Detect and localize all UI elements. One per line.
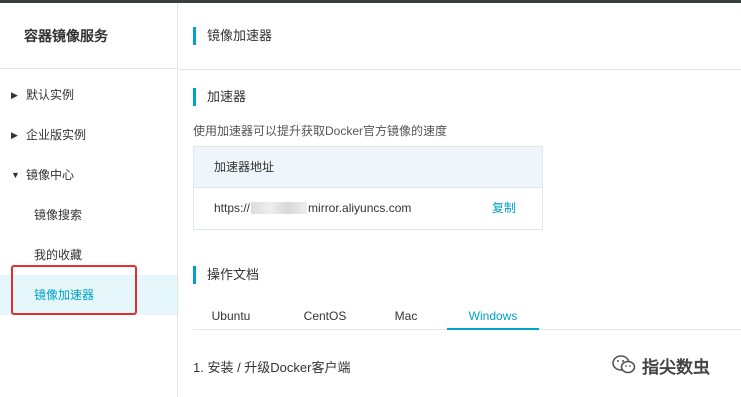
address-prefix: https://: [214, 201, 251, 215]
wechat-icon: [612, 354, 636, 376]
sidebar-group-label: 镜像中心: [26, 168, 75, 182]
tab-windows[interactable]: Windows: [447, 306, 539, 330]
sidebar-group-default-instance[interactable]: ▶ 默认实例: [0, 75, 177, 115]
redacted-address-segment: [251, 202, 308, 214]
watermark-text: 指尖数虫: [642, 357, 710, 377]
caret-right-icon: ▶: [11, 90, 18, 100]
sidebar-group-label: 企业版实例: [26, 128, 87, 142]
sidebar-title: 容器镜像服务: [0, 3, 177, 69]
accelerator-section-title: 加速器: [193, 88, 246, 106]
copy-link[interactable]: 复制: [492, 188, 516, 229]
step-1-heading: 1. 安装 / 升级Docker客户端: [193, 360, 351, 375]
os-tabs: Ubuntu CentOS Mac Windows: [193, 306, 741, 330]
caret-down-icon: ▼: [11, 170, 20, 180]
page-header: 镜像加速器: [179, 3, 741, 70]
docs-section-title: 操作文档: [193, 266, 259, 284]
tab-mac[interactable]: Mac: [389, 306, 423, 330]
accelerator-table: 加速器地址 https:// mirror.aliyuncs.com 复制: [193, 146, 543, 230]
sidebar-group-label: 默认实例: [26, 88, 75, 102]
address-suffix: mirror.aliyuncs.com: [308, 201, 412, 215]
accelerator-address-row: https:// mirror.aliyuncs.com 复制: [194, 188, 542, 229]
main-content: 镜像加速器 加速器 使用加速器可以提升获取Docker官方镜像的速度 加速器地址…: [179, 3, 741, 397]
accelerator-table-header: 加速器地址: [194, 147, 542, 188]
sidebar-item-image-search[interactable]: 镜像搜索: [0, 195, 177, 235]
highlight-annotation-box: [11, 265, 137, 315]
sidebar-group-image-center[interactable]: ▼ 镜像中心: [0, 155, 177, 195]
truncated-text: ————————————: [193, 393, 423, 397]
accelerator-description: 使用加速器可以提升获取Docker官方镜像的速度: [193, 124, 448, 138]
sidebar-group-enterprise-instance[interactable]: ▶ 企业版实例: [0, 115, 177, 155]
watermark: 指尖数虫: [612, 350, 710, 380]
sidebar: 容器镜像服务 ▶ 默认实例 ▶ 企业版实例 ▼ 镜像中心 镜像搜索 我的收藏 镜…: [0, 3, 178, 397]
tab-centos[interactable]: CentOS: [293, 306, 357, 330]
page-title: 镜像加速器: [193, 27, 272, 45]
caret-right-icon: ▶: [11, 130, 18, 140]
tab-ubuntu[interactable]: Ubuntu: [203, 306, 259, 330]
